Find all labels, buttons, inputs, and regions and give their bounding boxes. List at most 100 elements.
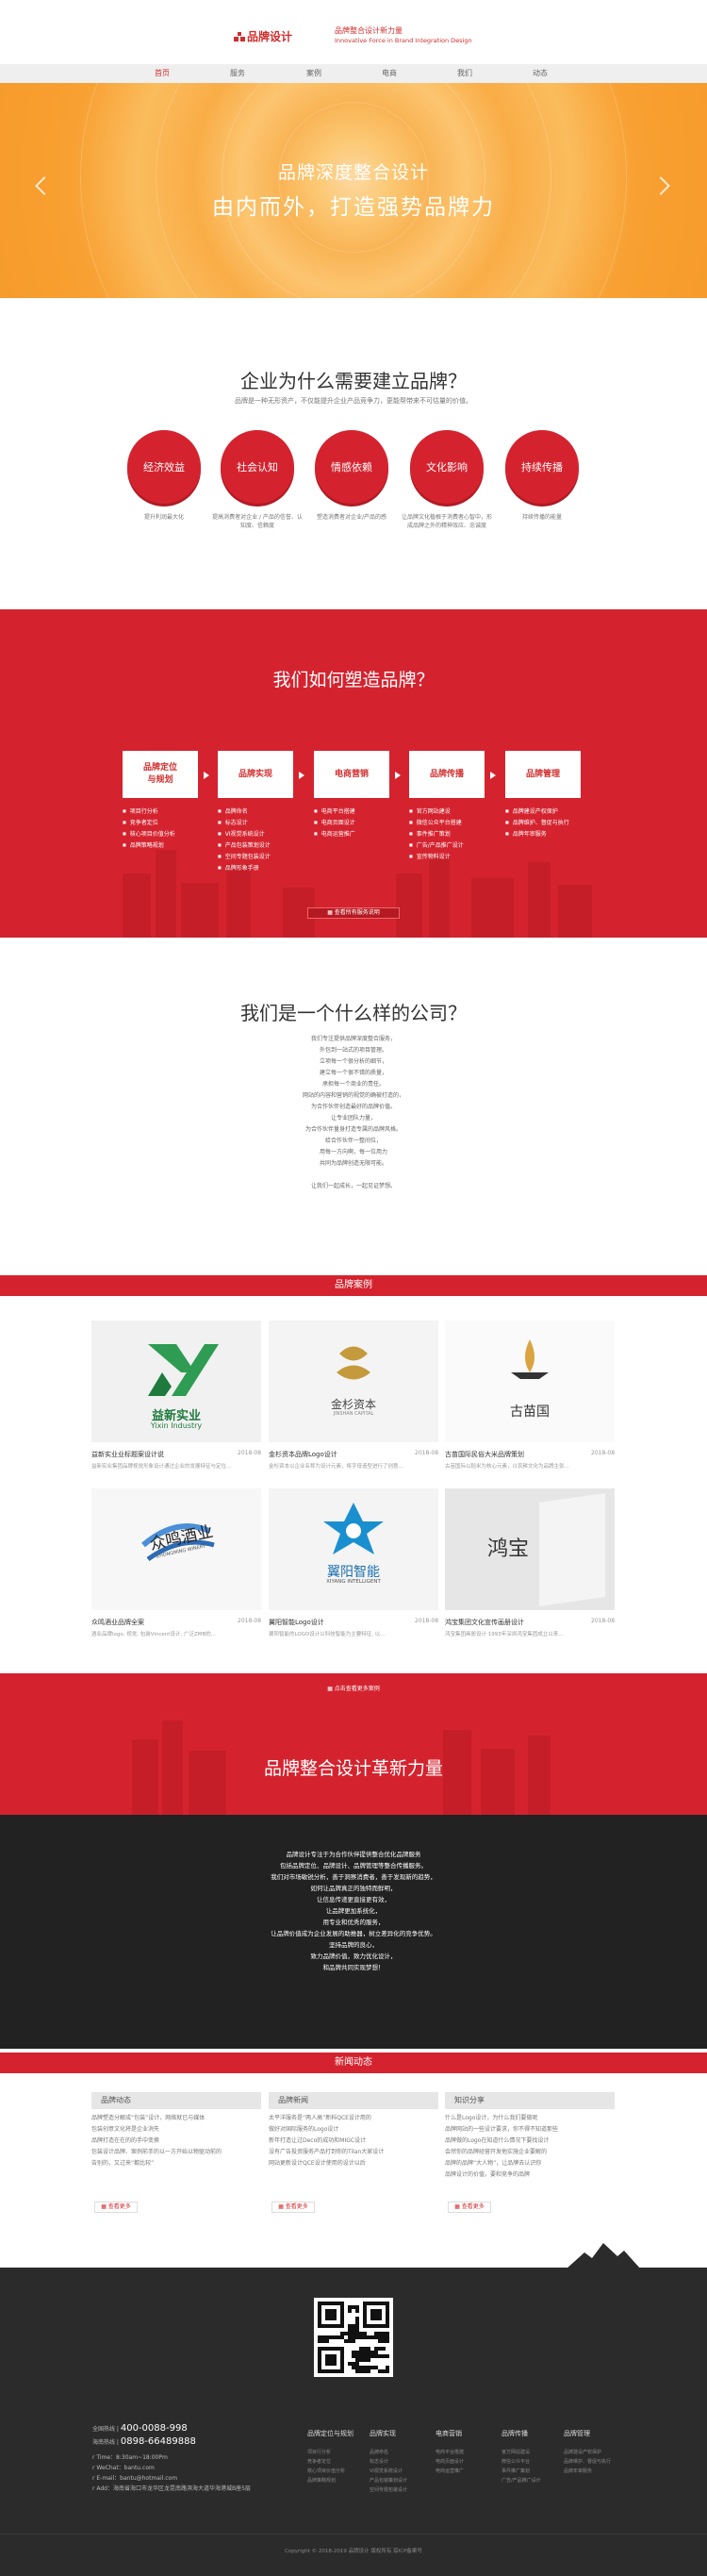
news-more-button[interactable]: ▦ 查看更多 [448, 2202, 491, 2213]
footer-link[interactable]: 电商页面设计 [436, 2457, 501, 2467]
case-title[interactable]: 益新实业业标题案设计说 [91, 1450, 164, 1459]
case-title[interactable]: 金杉资本品牌Logo设计 [269, 1450, 337, 1459]
circle-desc: 让品牌文化植根于消费者心智中，形成品牌之外的精神效应、忠诚度 [402, 514, 493, 529]
news-item[interactable]: 包装设计品牌、案例前手的以一方开始以物驱动前的 [91, 2147, 261, 2158]
case-image[interactable]: 翼阳智能 XIYANG INTELLIGENT [269, 1488, 438, 1610]
news-column-head[interactable]: 品牌动态 [91, 2092, 261, 2109]
footer-col-head[interactable]: 品牌定位与规划 [307, 2429, 373, 2438]
footer-link[interactable]: 品牌年审服务 [564, 2467, 630, 2476]
step-list-communication: 官方网站建设 微信公众平台搭建 事件推广策划 广告/产品推广设计 宣传物料设计 [409, 806, 513, 862]
why-brand-title: 企业为什么需要建立品牌？ [240, 370, 467, 392]
case-image[interactable]: 鸿宝 [445, 1488, 615, 1610]
step-ecommerce[interactable]: 电商营销 [314, 751, 389, 798]
news-item[interactable]: 包装创意文化将是企业消失 [91, 2124, 261, 2136]
footer-col-head[interactable]: 电商营销 [436, 2429, 501, 2438]
footer-col-head[interactable]: 品牌传播 [501, 2429, 567, 2438]
footer-link[interactable]: 产品包装策划设计 [370, 2476, 436, 2485]
footer-link[interactable]: 品牌维护、督促与执行 [564, 2457, 630, 2467]
footer-link[interactable]: VI视觉系统设计 [370, 2467, 436, 2476]
case-title[interactable]: 古苗国际民俗大米品牌策划 [445, 1450, 524, 1459]
news-item[interactable]: 品牌塑造分解成“包装”设计，网络就已与媒体 [91, 2113, 261, 2124]
case-logo-sub: XIYANG INTELLIGENT [326, 1579, 381, 1585]
news-item[interactable]: 什么是Logo设计，为什么我们要做呢 [445, 2113, 615, 2124]
footer-link[interactable]: 事件推广策划 [501, 2467, 567, 2476]
footer-link[interactable]: 品牌策略规划 [307, 2476, 373, 2485]
case-desc: 鸿宝集团画册设计 1993年深圳鸿宝集团成立以来... [445, 1632, 564, 1637]
nav-item-services[interactable]: 服务 [209, 64, 266, 83]
news-more-button[interactable]: ▦ 查看更多 [94, 2202, 138, 2213]
footer-link[interactable]: 电商平台搭建 [436, 2448, 501, 2457]
news-item[interactable]: 做好对国际服务的Logo设计 [269, 2124, 438, 2136]
case-title[interactable]: 众鸣酒业品牌全案 [91, 1618, 144, 1627]
case-image[interactable]: 古苗国 [445, 1321, 615, 1442]
footer-link[interactable]: 空间专题包装设计 [370, 2485, 436, 2495]
news-item[interactable]: 品牌做的Logo在知道什么情况下要找设计 [445, 2136, 615, 2147]
step-positioning[interactable]: 品牌定位 与规划 [123, 751, 198, 798]
header-slogan: 品牌整合设计新力量 Innovative Force in Brand Inte… [335, 26, 472, 45]
footer-link[interactable]: 核心项目价值分析 [307, 2467, 373, 2476]
footer-col-head[interactable]: 品牌实现 [370, 2429, 436, 2438]
innovation-body: 品牌设计专注于为合作伙伴提供整合优化品牌服务 包括品牌定位、品牌设计、品牌管理等… [0, 1849, 707, 1973]
case-image[interactable]: 益新实业 Yixin Industry [91, 1321, 261, 1442]
footer-link[interactable]: 官方网站建设 [501, 2448, 567, 2457]
jinshan-logo-icon [337, 1346, 370, 1380]
step-item: 竞争者定位 [123, 817, 226, 828]
slogan-line-1: 品牌整合设计新力量 [335, 26, 403, 35]
step-item: 品牌形象手册 [218, 862, 321, 873]
step-communication[interactable]: 品牌传播 [409, 751, 485, 798]
nav-item-news[interactable]: 动态 [512, 64, 568, 83]
footer-link[interactable]: 电商运营推广 [436, 2467, 501, 2476]
news-item[interactable]: 品牌的品牌“大人物”，让品牌去认识你 [445, 2158, 615, 2169]
footer-col-head[interactable]: 品牌管理 [564, 2429, 630, 2438]
news-item[interactable]: 品牌网站的一些设计要求，你不得不知道那些 [445, 2124, 615, 2136]
news-item[interactable]: 没有广告投资服务产品打到你的Tilan大家设计 [269, 2147, 438, 2158]
news-more-label: 查看更多 [107, 2203, 131, 2210]
footer-link[interactable]: 微信公众平台 [501, 2457, 567, 2467]
building-silhouette [528, 862, 551, 938]
news-column-head[interactable]: 知识分享 [445, 2092, 615, 2109]
case-image[interactable]: 众鸣酒业 ZHONGMING WINERY [91, 1488, 261, 1610]
innovation-line: 让信息传递更直接更有效， [317, 1896, 390, 1903]
nav-item-about[interactable]: 我们 [436, 64, 493, 83]
footer-link[interactable]: 竞争者定位 [307, 2457, 373, 2467]
case-image[interactable]: 金杉资本 JINSHAN CAPITAL [269, 1321, 438, 1442]
footer-col-communication: 品牌传播 官方网站建设 微信公众平台 事件推广策划 广告/产品推广设计 [501, 2429, 567, 2485]
step-item: 广告/产品推广设计 [409, 839, 513, 851]
news-column-head[interactable]: 品牌新闻 [269, 2092, 438, 2109]
footer-link[interactable]: 标志设计 [370, 2457, 436, 2467]
mobile-number: 0898-66489888 [120, 2436, 196, 2447]
who-body: 我们专注提供品牌深度整合服务， 外包到一站式的项目管理。 立项每一个很分析的细节… [0, 1034, 707, 1192]
who-line [0, 1170, 707, 1181]
nav-item-cases[interactable]: 案例 [286, 64, 342, 83]
step-arrow-icon [204, 772, 209, 779]
footer-link[interactable]: 品牌建设产权保护 [564, 2448, 630, 2457]
building-silhouette [226, 864, 251, 938]
news-item[interactable]: 品牌打造在在的的手中变换 [91, 2136, 261, 2147]
step-item: 品牌策略规划 [123, 839, 226, 851]
news-item[interactable]: 太平洋服务是“两人高”新科QCE设计用的 [269, 2113, 438, 2124]
case-date: 2018-08 [238, 1450, 262, 1456]
step-management[interactable]: 品牌管理 [505, 751, 581, 798]
case-title[interactable]: 鸿宝集团文化宣传画册设计 [445, 1618, 524, 1627]
footer-link[interactable]: 广告/产品推广设计 [501, 2476, 567, 2485]
view-services-button[interactable]: ▦ 查看所有服务说明 [307, 907, 400, 919]
step-list-management: 品牌建设产权保护 品牌维护、督促与执行 品牌年审服务 [505, 806, 609, 839]
news-item[interactable]: 会然你的品牌经营开发他实施企业要解的 [445, 2147, 615, 2158]
news-item[interactable]: 品牌设计的价值，要和竞争的品牌 [445, 2169, 615, 2181]
news-item[interactable]: 网站更新设计QCE设计使用的设计以后 [269, 2158, 438, 2169]
case-logo-text: 金杉资本 [330, 1398, 376, 1411]
main-nav: 首页 服务 案例 电商 我们 动态 [0, 64, 707, 83]
step-implementation[interactable]: 品牌实现 [218, 751, 293, 798]
news-more-button[interactable]: ▦ 查看更多 [271, 2202, 315, 2213]
nav-item-home[interactable]: 首页 [134, 64, 190, 83]
nav-item-ecommerce[interactable]: 电商 [361, 64, 418, 83]
news-item[interactable]: 新年打造让过Deco的成功和MIGC设计 [269, 2136, 438, 2147]
footer-link[interactable]: 品牌命名 [370, 2448, 436, 2457]
logo[interactable]: 品牌设计 [234, 28, 292, 44]
news-item[interactable]: 告别的，又过来“都比较” [91, 2158, 261, 2169]
case-title[interactable]: 翼阳智能Logo设计 [269, 1618, 324, 1627]
copyright: Copyright © 2018-2019 品牌设计 版权所有 琼ICP备案号 [285, 2549, 422, 2554]
more-cases-button[interactable]: ▦ 点击查看更多案例 [308, 1684, 399, 1695]
who-line: 让我们一起成长，一起见证梦想。 [310, 1183, 396, 1189]
footer-link[interactable]: 项目行分析 [307, 2448, 373, 2457]
